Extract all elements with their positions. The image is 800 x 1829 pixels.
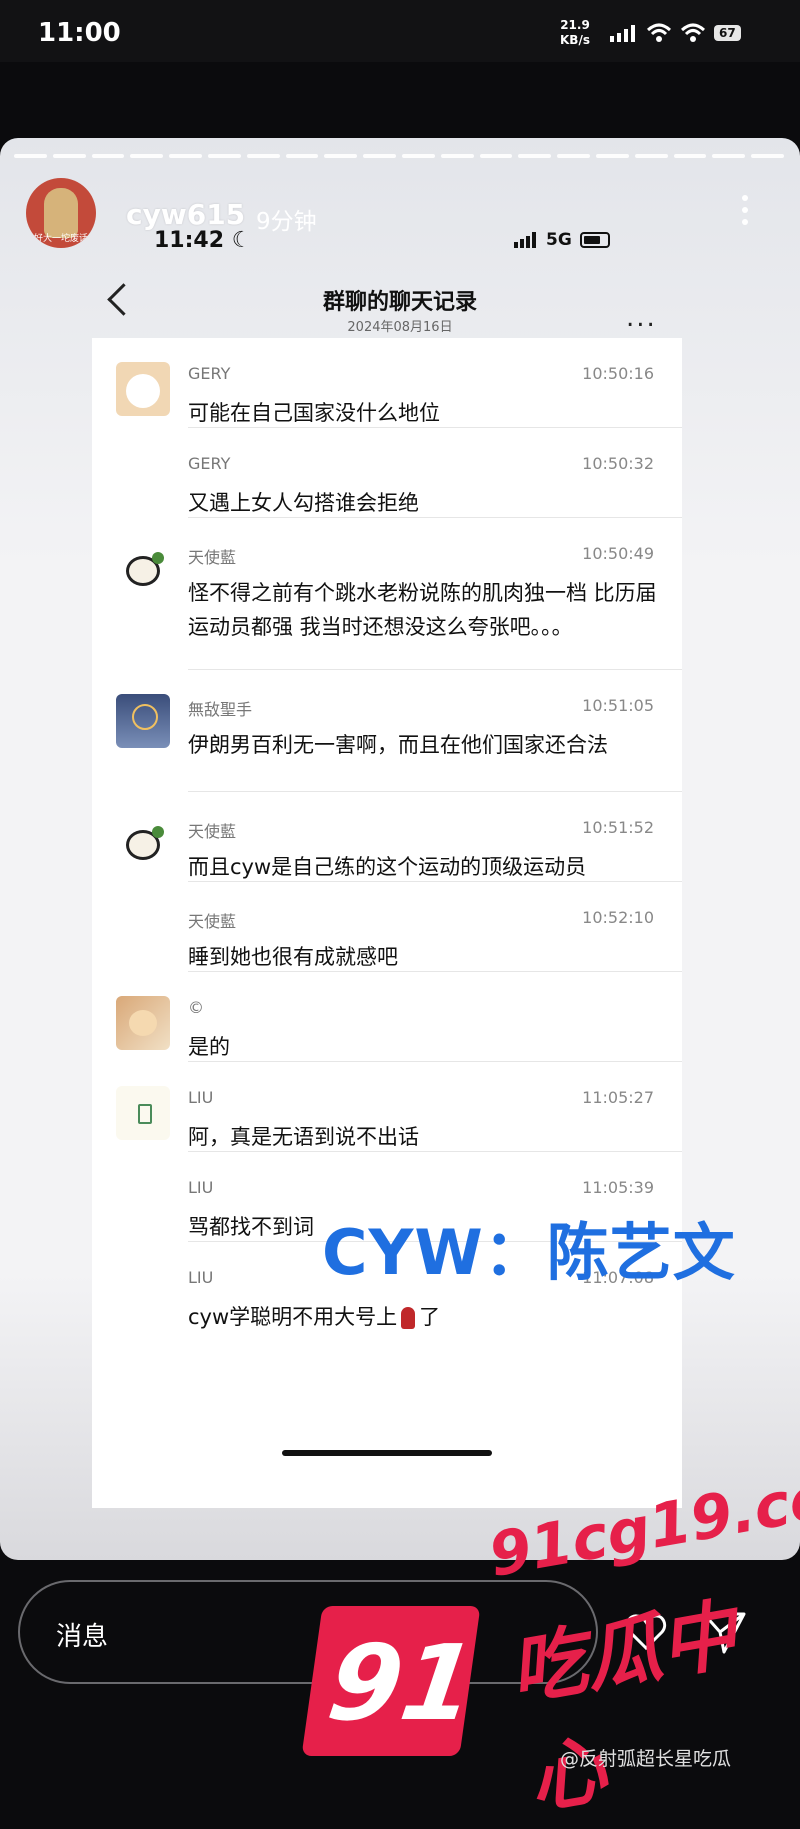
message-time: 11:05:39: [582, 1178, 654, 1197]
chat-record-title: 群聊的聊天记录: [322, 290, 477, 315]
inner-network: 5G: [546, 230, 572, 250]
sender-name: GERY: [188, 454, 231, 473]
message-time: 10:51:52: [582, 818, 654, 837]
message-time: 10:51:05: [582, 696, 654, 715]
list-item: 天使藍 10:52:10 睡到她也很有成就感吧: [92, 882, 682, 972]
message-text: 睡到她也很有成就感吧: [188, 945, 398, 969]
story-username[interactable]: cyw615: [126, 198, 245, 231]
sender-name: 天使藍: [188, 822, 237, 841]
network-speed: 21.9 KB/s: [560, 18, 590, 48]
story-time-ago: 9分钟: [256, 209, 317, 235]
inner-signal-icon: [514, 232, 536, 248]
list-item: 天使藍 10:50:49 怪不得之前有个跳水老粉说陈的肌肉独一档 比历届运动员都…: [92, 518, 682, 670]
wifi-plus-icon: [646, 23, 672, 42]
story-card[interactable]: 好大一坨废话 cyw615 9分钟 11:42 ☾ 5G 群聊的聊天记录 202…: [0, 138, 800, 1560]
chat-list: GERY 10:50:16 可能在自己国家没什么地位 GERY 10:50:32…: [92, 338, 682, 1508]
sender-name: LIU: [188, 1088, 214, 1107]
network-speed-unit: KB/s: [560, 33, 590, 47]
sender-name: GERY: [188, 364, 231, 383]
message-text: 伊朗男百利无一害啊，而且在他们国家还合法: [188, 733, 608, 757]
list-item: © 是的: [92, 972, 682, 1062]
message-input-placeholder: 消息: [56, 1622, 109, 1652]
avatar[interactable]: [116, 816, 170, 870]
status-icons: 67: [610, 22, 741, 44]
sender-name: 天使藍: [188, 548, 237, 567]
wifi-icon: [680, 23, 706, 42]
more-icon[interactable]: ...: [626, 303, 657, 333]
chat-record-date: 2024年08月16日: [347, 320, 453, 335]
list-item: GERY 10:50:32 又遇上女人勾搭谁会拒绝: [92, 428, 682, 518]
moon-icon: ☾: [231, 228, 252, 253]
inner-status-icons: 5G: [514, 230, 610, 250]
list-item: 天使藍 10:51:52 而且cyw是自己练的这个运动的顶级运动员: [92, 792, 682, 882]
message-time: 10:50:49: [582, 544, 654, 563]
message-text: 可能在自己国家没什么地位: [188, 401, 440, 425]
ribbon-icon: [401, 1307, 416, 1329]
weibo-watermark: @反射弧超长星吃瓜: [560, 1748, 732, 1770]
sender-name: 天使藍: [188, 912, 237, 931]
status-time: 11:00: [38, 18, 121, 48]
message-text: 而且cyw是自己练的这个运动的顶级运动员: [188, 855, 587, 879]
message-time: 10:50:32: [582, 454, 654, 473]
story-more-icon[interactable]: [740, 192, 750, 232]
sender-name: ©: [188, 998, 204, 1017]
message-time: 11:05:27: [582, 1088, 654, 1107]
message-text: 又遇上女人勾搭谁会拒绝: [188, 491, 419, 515]
list-item: 無敌聖手 10:51:05 伊朗男百利无一害啊，而且在他们国家还合法: [92, 670, 682, 792]
sender-name: LIU: [188, 1268, 214, 1287]
message-text: cyw学聪明不用大号上了: [188, 1305, 441, 1329]
sender-name: LIU: [188, 1178, 214, 1197]
network-speed-value: 21.9: [560, 18, 590, 32]
signal-icon: [610, 25, 635, 42]
avatar[interactable]: [116, 996, 170, 1050]
watermark-logo: 91: [301, 1606, 483, 1756]
message-text: 阿，真是无语到说不出话: [188, 1125, 419, 1149]
inner-status-time: 11:42 ☾: [154, 228, 252, 253]
list-item: GERY 10:50:16 可能在自己国家没什么地位: [92, 338, 682, 428]
battery-icon: 67: [714, 25, 741, 41]
avatar[interactable]: [116, 362, 170, 416]
list-item: LIU 11:05:27 阿，真是无语到说不出话: [92, 1062, 682, 1152]
home-indicator: [282, 1450, 492, 1456]
overlay-caption: CYW：陈艺文: [322, 1216, 736, 1289]
story-avatar[interactable]: 好大一坨废话: [26, 178, 96, 248]
inner-battery-icon: [579, 232, 610, 248]
avatar[interactable]: [116, 694, 170, 748]
avatar[interactable]: [116, 542, 170, 596]
message-time: 10:50:16: [582, 364, 654, 383]
sender-name: 無敌聖手: [188, 700, 253, 719]
message-time: 10:52:10: [582, 908, 654, 927]
story-progress: [14, 154, 784, 158]
message-text: 怪不得之前有个跳水老粉说陈的肌肉独一档 比历届运动员都强 我当时还想没这么夸张吧…: [188, 581, 657, 639]
status-bar: 11:00 21.9 KB/s 67: [0, 0, 800, 62]
avatar[interactable]: [116, 1086, 170, 1140]
message-text: 是的: [188, 1035, 230, 1059]
story-avatar-caption: 好大一坨废话: [33, 234, 88, 244]
